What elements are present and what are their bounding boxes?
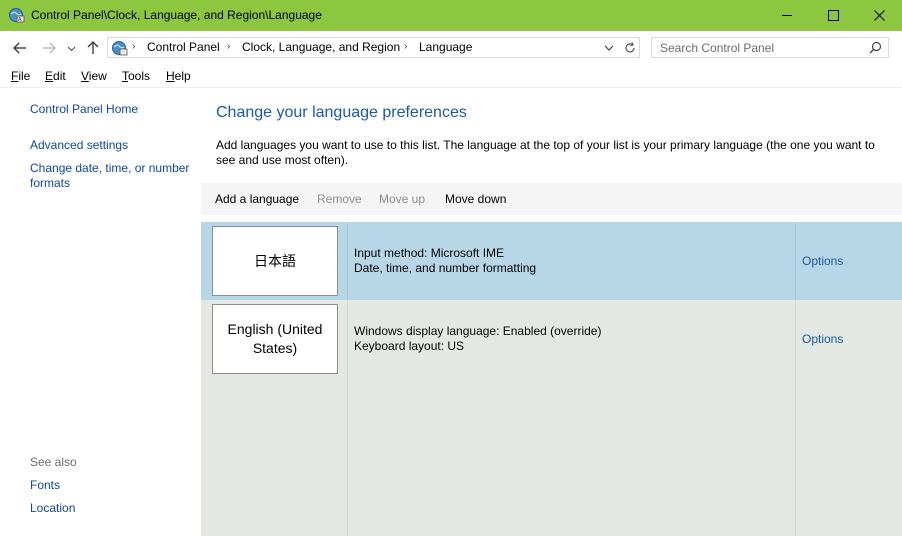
language-detail: Date, time, and number formatting bbox=[354, 261, 537, 275]
language-row-japanese[interactable]: 日本語 Input method: Microsoft IME Date, ti… bbox=[201, 222, 902, 300]
menu-access-key: H bbox=[166, 69, 175, 83]
options-link[interactable]: Options bbox=[802, 332, 843, 346]
column-divider bbox=[347, 222, 348, 300]
minimize-button[interactable] bbox=[764, 0, 810, 31]
options-link[interactable]: Options bbox=[802, 254, 843, 268]
sidebar-link-advanced-settings[interactable]: Advanced settings bbox=[30, 138, 128, 153]
back-button[interactable] bbox=[12, 40, 28, 56]
arrow-right-icon bbox=[43, 42, 56, 54]
sidebar-link-control-panel-home[interactable]: Control Panel Home bbox=[30, 102, 138, 117]
breadcrumb-separator: › bbox=[227, 41, 231, 52]
arrow-up-icon bbox=[87, 41, 99, 54]
title-bar: A Control Panel\Clock, Language, and Reg… bbox=[0, 0, 902, 31]
menu-label: dit bbox=[53, 69, 66, 83]
language-detail: Input method: Microsoft IME bbox=[354, 246, 505, 260]
remove-button[interactable]: Remove bbox=[317, 192, 362, 206]
sidebar-link-fonts[interactable]: Fonts bbox=[30, 478, 60, 493]
menu-label: elp bbox=[174, 69, 191, 83]
svg-text:A: A bbox=[18, 17, 22, 23]
menu-help[interactable]: Help bbox=[166, 69, 191, 83]
chevron-down-icon[interactable] bbox=[603, 42, 615, 54]
arrow-left-icon bbox=[13, 42, 26, 54]
menu-file[interactable]: File bbox=[11, 69, 30, 83]
page-description: Add languages you want to use to this li… bbox=[216, 138, 875, 167]
menu-label: ile bbox=[18, 69, 31, 83]
close-button[interactable] bbox=[856, 0, 902, 31]
move-down-button[interactable]: Move down bbox=[445, 192, 506, 206]
up-button[interactable] bbox=[85, 40, 101, 56]
menu-view[interactable]: View bbox=[81, 69, 107, 83]
address-bar[interactable]: › Control Panel › Clock, Language, and R… bbox=[107, 37, 640, 58]
recent-locations-button[interactable] bbox=[65, 40, 77, 56]
maximize-icon bbox=[827, 10, 839, 21]
language-detail: Windows display language: Enabled (overr… bbox=[354, 324, 602, 338]
menu-access-key: V bbox=[81, 69, 89, 83]
column-divider bbox=[795, 222, 796, 300]
language-detail: Keyboard layout: US bbox=[354, 339, 465, 353]
breadcrumb-separator: › bbox=[132, 41, 136, 52]
search-placeholder: Search Control Panel bbox=[660, 41, 775, 55]
close-icon bbox=[873, 10, 885, 21]
menu-bar: File Edit View Tools Help bbox=[0, 66, 902, 88]
window-title: Control Panel\Clock, Language, and Regio… bbox=[31, 8, 322, 22]
menu-label: ools bbox=[128, 69, 151, 83]
menu-access-key: E bbox=[45, 69, 54, 83]
search-input[interactable]: Search Control Panel bbox=[651, 37, 889, 58]
forward-button[interactable] bbox=[41, 40, 57, 56]
language-tile[interactable]: English (United States) bbox=[212, 304, 338, 374]
add-language-button[interactable]: Add a language bbox=[215, 192, 299, 206]
sidebar-link-change-date-time-formats[interactable]: Change date, time, or number formats bbox=[30, 161, 200, 191]
breadcrumb-language[interactable]: Language bbox=[419, 40, 472, 54]
see-also-label: See also bbox=[30, 455, 77, 469]
language-tile[interactable]: 日本語 bbox=[212, 226, 338, 296]
menu-tools[interactable]: Tools bbox=[122, 69, 150, 83]
breadcrumb-separator: › bbox=[404, 41, 408, 52]
minimize-icon bbox=[781, 15, 792, 16]
menu-edit[interactable]: Edit bbox=[45, 69, 66, 83]
chevron-down-icon bbox=[67, 46, 75, 51]
maximize-button[interactable] bbox=[810, 0, 856, 31]
breadcrumb-control-panel[interactable]: Control Panel bbox=[147, 40, 220, 54]
language-toolbar: Add a language Remove Move up Move down bbox=[201, 183, 902, 215]
control-panel-icon bbox=[112, 41, 128, 56]
control-panel-icon: A bbox=[9, 8, 25, 23]
menu-label: iew bbox=[88, 69, 107, 83]
move-up-button[interactable]: Move up bbox=[379, 192, 425, 206]
search-icon[interactable] bbox=[869, 41, 882, 54]
page-title: Change your language preferences bbox=[216, 104, 467, 121]
sidebar-link-location[interactable]: Location bbox=[30, 501, 75, 516]
breadcrumb-clock-language-region[interactable]: Clock, Language, and Region bbox=[242, 40, 400, 54]
refresh-icon[interactable] bbox=[623, 41, 637, 55]
language-row-english[interactable]: English (United States) Windows display … bbox=[201, 300, 902, 378]
